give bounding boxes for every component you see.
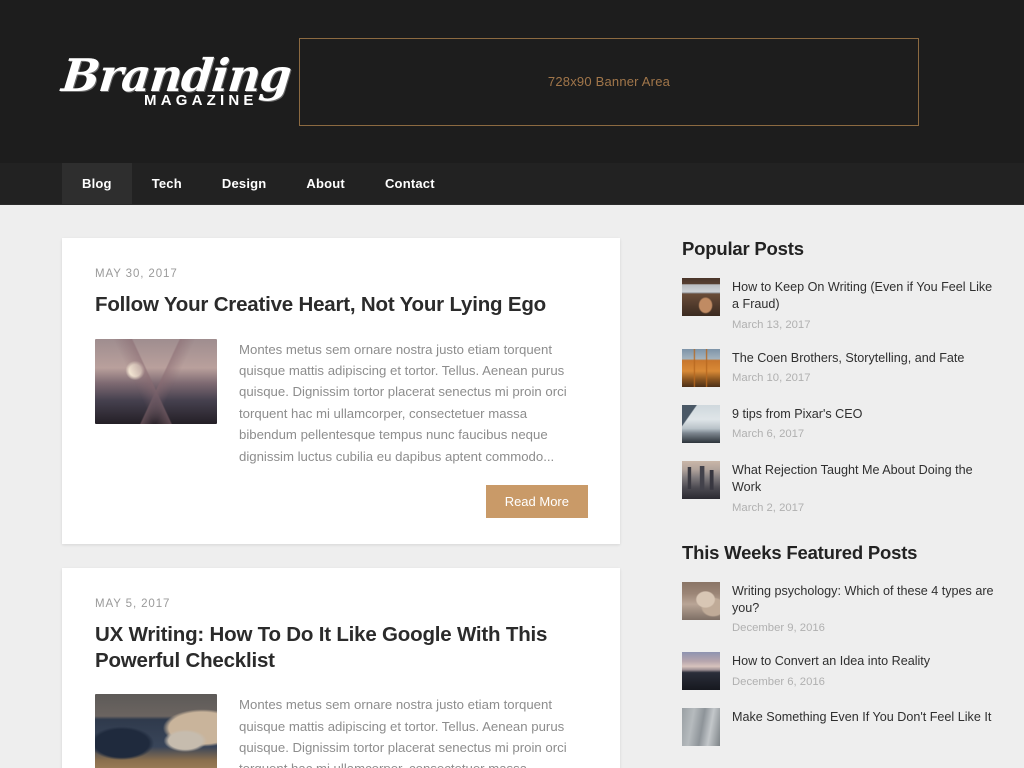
post-thumbnail[interactable]: [95, 338, 217, 424]
list-item[interactable]: 9 tips from Pixar's CEO March 6, 2017: [682, 404, 994, 443]
nav-item-contact[interactable]: Contact: [365, 163, 455, 204]
list-item-thumbnail: [682, 708, 720, 747]
nav-item-tech-label: Tech: [151, 176, 182, 191]
site-header: Branding MAGAZINE 728x90 Banner Area: [0, 0, 1024, 163]
list-item-text: The Coen Brothers, Storytelling, and Fat…: [732, 349, 994, 384]
post-excerpt: Montes metus sem ornare nostra justo eti…: [239, 697, 567, 768]
widget-featured-posts: This Weeks Featured Posts Writing psycho…: [682, 542, 994, 747]
mountains-moon-photo: [95, 338, 217, 424]
nav-item-contact-label: Contact: [384, 176, 435, 191]
list-item-date: March 10, 2017: [732, 372, 811, 385]
list-item[interactable]: Make Something Even If You Don't Feel Li…: [682, 708, 994, 747]
list-item-date: March 2, 2017: [732, 501, 805, 514]
post-list: MAY 30, 2017 Follow Your Creative Heart,…: [0, 238, 640, 768]
list-item-thumbnail: [682, 348, 720, 387]
list-item-thumbnail: [682, 404, 720, 443]
post-date: MAY 5, 2017: [95, 597, 171, 610]
laptop-hands-photo: [682, 278, 720, 316]
post-body: Montes metus sem ornare nostra justo eti…: [95, 338, 588, 467]
post-card: MAY 5, 2017 UX Writing: How To Do It Lik…: [62, 567, 620, 768]
list-item-title[interactable]: How to Keep On Writing (Even if You Feel…: [732, 279, 994, 314]
post-thumbnail[interactable]: [95, 694, 217, 768]
banner-ad-placeholder[interactable]: 728x90 Banner Area: [299, 37, 919, 126]
list-item[interactable]: The Coen Brothers, Storytelling, and Fat…: [682, 348, 994, 387]
widget-popular-posts: Popular Posts How to Keep On Writing (Ev…: [682, 238, 994, 514]
list-item[interactable]: Writing psychology: Which of these 4 typ…: [682, 581, 994, 635]
portrait-photo: [682, 581, 720, 620]
nav-item-tech[interactable]: Tech: [132, 163, 202, 204]
list-item-text: Writing psychology: Which of these 4 typ…: [732, 582, 994, 635]
list-item-title[interactable]: 9 tips from Pixar's CEO: [732, 406, 994, 423]
list-item-text: How to Convert an Idea into Reality Dece…: [732, 652, 994, 687]
post-body: Montes metus sem ornare nostra justo eti…: [95, 694, 588, 768]
list-item-date: March 13, 2017: [732, 318, 811, 331]
site-logo[interactable]: Branding MAGAZINE: [0, 49, 293, 109]
nav-item-design[interactable]: Design: [202, 163, 287, 204]
list-item-date: March 6, 2017: [732, 428, 805, 441]
header-inner: Branding MAGAZINE 728x90 Banner Area: [0, 0, 1024, 163]
list-item-title[interactable]: The Coen Brothers, Storytelling, and Fat…: [732, 350, 994, 367]
list-item[interactable]: How to Convert an Idea into Reality Dece…: [682, 652, 994, 691]
people-coffee-photo: [95, 694, 217, 768]
list-item-thumbnail: [682, 652, 720, 691]
orange-structure-photo: [682, 348, 720, 387]
list-item-title[interactable]: Make Something Even If You Don't Feel Li…: [732, 709, 994, 726]
post-actions: Read More: [95, 484, 588, 518]
sidebar: Popular Posts How to Keep On Writing (Ev…: [640, 238, 1024, 768]
grey-texture-photo: [682, 708, 720, 747]
post-card: MAY 30, 2017 Follow Your Creative Heart,…: [62, 238, 620, 544]
city-skyline-photo: [682, 460, 720, 499]
list-item-thumbnail: [682, 278, 720, 316]
read-more-button[interactable]: Read More: [485, 484, 588, 518]
list-item-title[interactable]: Writing psychology: Which of these 4 typ…: [732, 583, 994, 618]
list-item-date: December 9, 2016: [732, 622, 825, 635]
list-item-date: December 6, 2016: [732, 675, 825, 688]
list-item-title[interactable]: What Rejection Taught Me About Doing the…: [732, 462, 994, 497]
nav-item-design-label: Design: [221, 176, 267, 191]
desk-workspace-photo: [682, 404, 720, 443]
list-item-text: 9 tips from Pixar's CEO March 6, 2017: [732, 405, 994, 440]
list-item-text: Make Something Even If You Don't Feel Li…: [732, 708, 994, 731]
list-item-thumbnail: [682, 460, 720, 499]
post-title-link[interactable]: UX Writing: How To Do It Like Google Wit…: [95, 622, 588, 673]
list-item-thumbnail: [682, 581, 720, 620]
nav-item-blog[interactable]: Blog: [62, 163, 132, 204]
widget-title: Popular Posts: [682, 238, 804, 259]
page-layout: MAY 30, 2017 Follow Your Creative Heart,…: [0, 205, 1024, 768]
banner-ad-label: 728x90 Banner Area: [547, 74, 671, 89]
nav-item-about-label: About: [306, 176, 345, 191]
nav-item-blog-label: Blog: [82, 176, 112, 191]
sunset-horizon-photo: [682, 652, 720, 691]
list-item-text: How to Keep On Writing (Even if You Feel…: [732, 278, 994, 331]
logo-script-text: Branding: [59, 48, 294, 102]
post-date: MAY 30, 2017: [95, 268, 178, 280]
post-title-link[interactable]: Follow Your Creative Heart, Not Your Lyi…: [95, 292, 588, 318]
list-item[interactable]: What Rejection Taught Me About Doing the…: [682, 460, 994, 514]
list-item[interactable]: How to Keep On Writing (Even if You Feel…: [682, 278, 994, 331]
nav-item-about[interactable]: About: [286, 163, 365, 204]
widget-title: This Weeks Featured Posts: [682, 541, 918, 563]
list-item-title[interactable]: How to Convert an Idea into Reality: [732, 653, 994, 670]
post-excerpt: Montes metus sem ornare nostra justo eti…: [239, 341, 567, 464]
list-item-text: What Rejection Taught Me About Doing the…: [732, 461, 994, 514]
main-navigation: Blog Tech Design About Contact: [0, 163, 1024, 205]
